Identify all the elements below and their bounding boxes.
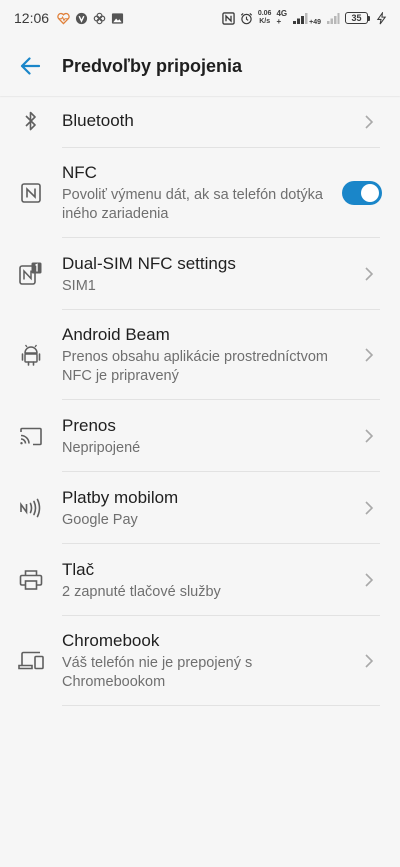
- setting-subtitle: SIM1: [62, 277, 96, 294]
- page-title: Predvoľby pripojenia: [62, 55, 242, 76]
- signal-icon-secondary: [327, 12, 340, 24]
- nfc-icon: [222, 11, 235, 25]
- setting-title: Chromebook: [62, 631, 160, 650]
- setting-item-dual-sim-nfc[interactable]: Dual-SIM NFC settings SIM1: [0, 238, 400, 310]
- dual-sim-nfc-icon: [19, 262, 42, 285]
- nfc-icon: [21, 183, 41, 203]
- pinwheel-icon: [93, 12, 106, 24]
- charging-icon: [376, 11, 387, 24]
- back-button[interactable]: [0, 36, 60, 96]
- chevron-right-icon: [365, 115, 374, 129]
- setting-title: Platby mobilom: [62, 487, 179, 507]
- setting-item-nfc[interactable]: NFC Povoliť výmenu dát, ak sa telefón do…: [0, 148, 400, 238]
- setting-subtitle: Váš telefón nie je prepojený s Chromeboo…: [62, 655, 253, 690]
- setting-item-bluetooth[interactable]: Bluetooth: [0, 96, 400, 148]
- setting-subtitle: Nepripojené: [62, 439, 141, 456]
- chevron-right-icon: [365, 429, 374, 443]
- setting-item-android-beam[interactable]: Android Beam Prenos obsahu aplikácie pro…: [0, 310, 400, 400]
- contactless-pay-icon: [20, 498, 41, 518]
- chevron-right-icon: [365, 654, 374, 668]
- signal-icon: [293, 12, 308, 24]
- battery-indicator: 35: [345, 12, 370, 24]
- settings-list: Bluetooth NFC Povoliť výmenu dát, ak sa …: [0, 96, 400, 706]
- setting-subtitle: Google Pay: [62, 511, 138, 528]
- chevron-right-icon: [365, 348, 374, 362]
- toggle-knob: [361, 184, 379, 202]
- setting-item-cast[interactable]: Prenos Nepripojené: [0, 400, 400, 472]
- status-bar: 12:06 0.06 K/s 4G + +49 35: [0, 0, 400, 36]
- alarm-icon: [240, 12, 252, 24]
- setting-item-mobile-payments[interactable]: Platby mobilom Google Pay: [0, 472, 400, 544]
- chevron-right-icon: [365, 501, 374, 515]
- signal-plus-label: +49: [309, 19, 321, 26]
- setting-title: Prenos: [62, 415, 116, 435]
- chevron-right-icon: [365, 573, 374, 587]
- setting-item-printing[interactable]: Tlač 2 zapnuté tlačové služby: [0, 544, 400, 616]
- devices-icon: [18, 651, 44, 670]
- bluetooth-icon: [25, 111, 36, 131]
- setting-title: Bluetooth: [62, 111, 134, 130]
- setting-title: Dual-SIM NFC settings: [62, 253, 236, 273]
- app-bar: Predvoľby pripojenia: [0, 36, 400, 96]
- vpn-icon: [75, 12, 88, 24]
- network-speed: 0.06 K/s: [257, 10, 272, 25]
- chevron-right-icon: [365, 267, 374, 281]
- setting-subtitle: Prenos obsahu aplikácie prostredníctvom …: [62, 349, 328, 384]
- setting-title: Android Beam: [62, 325, 170, 344]
- setting-title: Tlač: [62, 559, 95, 579]
- setting-item-chromebook[interactable]: Chromebook Váš telefón nie je prepojený …: [0, 616, 400, 706]
- battery-level: 35: [351, 12, 362, 23]
- cast-icon: [20, 427, 42, 445]
- setting-subtitle: 2 zapnuté tlačové služby: [62, 583, 221, 600]
- network-type: 4G +: [276, 9, 288, 26]
- heart-monitor-icon: [57, 12, 70, 25]
- divider: [62, 705, 380, 706]
- status-time: 12:06: [14, 10, 50, 26]
- printer-icon: [19, 570, 43, 590]
- image-icon: [111, 12, 124, 24]
- setting-title: NFC: [62, 163, 97, 182]
- arrow-back-icon: [20, 57, 40, 75]
- nfc-toggle[interactable]: [342, 181, 382, 205]
- android-icon: [21, 344, 41, 366]
- setting-subtitle: Povoliť výmenu dát, ak sa telefón dotýka…: [62, 187, 323, 222]
